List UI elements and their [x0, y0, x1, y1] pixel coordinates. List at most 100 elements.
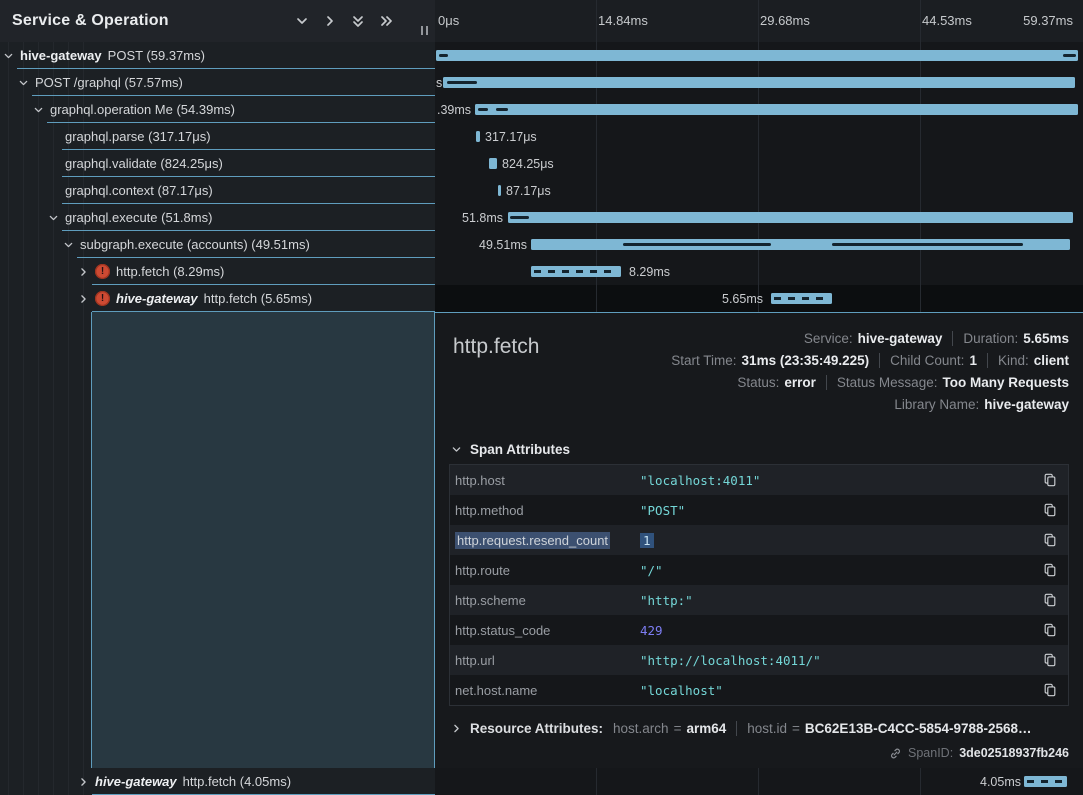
meta-label: Start Time: [671, 353, 736, 368]
copy-button[interactable] [1032, 473, 1068, 487]
span-tree-row[interactable]: graphql.execute (51.8ms) [0, 204, 435, 231]
span-tree-row[interactable]: graphql.validate (824.25μs) [0, 150, 435, 177]
span-tree-row[interactable]: graphql.context (87.17μs) [0, 177, 435, 204]
span-bar[interactable] [771, 293, 832, 304]
span-tree-row[interactable]: hive-gatewayhttp.fetch (4.05ms) [0, 768, 435, 795]
span-detail-meta: Service:hive-gatewayDuration:5.65msStart… [671, 327, 1069, 415]
child-span-marker [447, 81, 477, 84]
detail-meta-line: Start Time:31ms (23:35:49.225)Child Coun… [671, 349, 1069, 371]
span-timeline-row[interactable]: 824.25μs [435, 150, 1083, 177]
link-icon[interactable] [889, 747, 902, 760]
attribute-key: net.host.name [450, 683, 640, 698]
detail-meta-line: Status:errorStatus Message:Too Many Requ… [737, 371, 1069, 393]
span-label: graphql.execute (51.8ms) [65, 210, 212, 225]
header-icons [295, 14, 393, 28]
chevron-down-icon[interactable] [63, 239, 74, 250]
meta-label: Status Message: [837, 375, 938, 390]
resource-key: host.arch [613, 721, 669, 736]
copy-button[interactable] [1032, 653, 1068, 667]
span-bar[interactable] [475, 104, 1078, 115]
span-row-content: graphql.execute (51.8ms) [62, 204, 435, 231]
chevron-right-icon[interactable] [78, 776, 89, 787]
expanded-span-area [91, 312, 435, 768]
chevron-right-icon[interactable] [78, 293, 89, 304]
meta-label: Duration: [963, 331, 1018, 346]
span-tree-row[interactable]: hive-gatewayPOST (59.37ms) [0, 42, 435, 69]
resource-value: BC62E13B-C4CC-5854-9788-2568… [805, 721, 1032, 736]
span-timeline-row[interactable]: .39ms [435, 96, 1083, 123]
span-label: http.fetch (5.65ms) [204, 291, 312, 306]
error-icon: ! [95, 264, 110, 279]
span-tree-row[interactable]: graphql.operation Me (54.39ms) [0, 96, 435, 123]
copy-button[interactable] [1032, 623, 1068, 637]
selected-text: http.request.resend_count [455, 532, 610, 549]
span-bar[interactable] [436, 50, 1078, 61]
double-chevron-down-icon[interactable] [351, 14, 365, 28]
span-tree-row[interactable]: graphql.parse (317.17μs) [0, 123, 435, 150]
span-id-label: SpanID: [908, 746, 953, 760]
copy-button[interactable] [1032, 683, 1068, 697]
span-duration-label: 8.29ms [629, 265, 670, 279]
copy-button[interactable] [1032, 563, 1068, 577]
span-timeline-row[interactable] [435, 42, 1083, 69]
span-tree-row[interactable]: subgraph.execute (accounts) (49.51ms) [0, 231, 435, 258]
attribute-key: http.method [450, 503, 640, 518]
chevron-down-icon[interactable] [3, 50, 14, 61]
attribute-row: http.method"POST" [450, 495, 1068, 525]
span-bar[interactable] [443, 77, 1075, 88]
span-duration-label: 51.8ms [462, 211, 503, 225]
chevron-right-icon[interactable] [323, 14, 337, 28]
attribute-value: 1 [640, 533, 1032, 548]
copy-button[interactable] [1032, 593, 1068, 607]
span-detail-title: http.fetch [453, 335, 539, 359]
span-timeline-row[interactable]: 8.29ms [435, 258, 1083, 285]
span-bar[interactable] [531, 266, 621, 277]
chevron-down-icon[interactable] [18, 77, 29, 88]
span-row-content: POST /graphql (57.57ms) [32, 69, 435, 96]
meta-value: 1 [969, 353, 977, 368]
attribute-value: "POST" [640, 503, 1032, 518]
span-tree-row[interactable]: POST /graphql (57.57ms) [0, 69, 435, 96]
child-span-dashes [774, 297, 829, 300]
span-id-row: SpanID: 3de02518937fb246 [889, 746, 1069, 760]
span-attributes-table: http.host"localhost:4011"http.method"POS… [449, 464, 1069, 706]
meta-label: Library Name: [894, 397, 979, 412]
panel-resize-handle[interactable] [421, 26, 428, 35]
span-duration-label: 87.17μs [506, 184, 551, 198]
span-timeline-row[interactable]: s [435, 69, 1083, 96]
copy-button[interactable] [1032, 533, 1068, 547]
double-chevron-right-icon[interactable] [379, 14, 393, 28]
span-duration-label: .39ms [437, 103, 471, 117]
span-tree-row[interactable]: !hive-gatewayhttp.fetch (5.65ms) [0, 285, 435, 312]
span-bar[interactable] [498, 185, 501, 196]
tree-panel-header: Service & Operation [0, 0, 435, 42]
span-timeline-row[interactable]: 87.17μs [435, 177, 1083, 204]
span-bar[interactable] [476, 131, 480, 142]
chevron-right-icon [451, 723, 462, 734]
span-bar[interactable] [508, 212, 1073, 223]
span-timeline-row[interactable]: 5.65ms [435, 285, 1083, 312]
copy-button[interactable] [1032, 503, 1068, 517]
attribute-row: http.url"http://localhost:4011/" [450, 645, 1068, 675]
span-attributes-header[interactable]: Span Attributes [451, 442, 570, 457]
chevron-down-icon[interactable] [33, 104, 44, 115]
span-tree-row[interactable]: !http.fetch (8.29ms) [0, 258, 435, 285]
error-icon: ! [95, 291, 110, 306]
span-bar[interactable] [531, 239, 1070, 250]
resource-attributes-header[interactable]: Resource Attributes: host.arch=arm64host… [451, 717, 1032, 739]
attribute-value: 429 [640, 623, 1032, 638]
span-bar[interactable] [489, 158, 497, 169]
chevron-down-icon[interactable] [48, 212, 59, 223]
span-timeline-row[interactable]: 51.8ms [435, 204, 1083, 231]
span-timeline-row[interactable]: 317.17μs [435, 123, 1083, 150]
span-id-value: 3de02518937fb246 [959, 746, 1069, 760]
timeline-tick: 59.37ms [1023, 13, 1073, 28]
span-timeline-row[interactable]: 49.51ms [435, 231, 1083, 258]
separator [879, 353, 880, 368]
span-timeline-row[interactable]: 4.05ms [435, 768, 1083, 795]
chevron-down-icon[interactable] [295, 14, 309, 28]
meta-value: 5.65ms [1023, 331, 1069, 346]
span-bar[interactable] [1024, 776, 1067, 787]
attribute-row: http.scheme"http:" [450, 585, 1068, 615]
chevron-right-icon[interactable] [78, 266, 89, 277]
